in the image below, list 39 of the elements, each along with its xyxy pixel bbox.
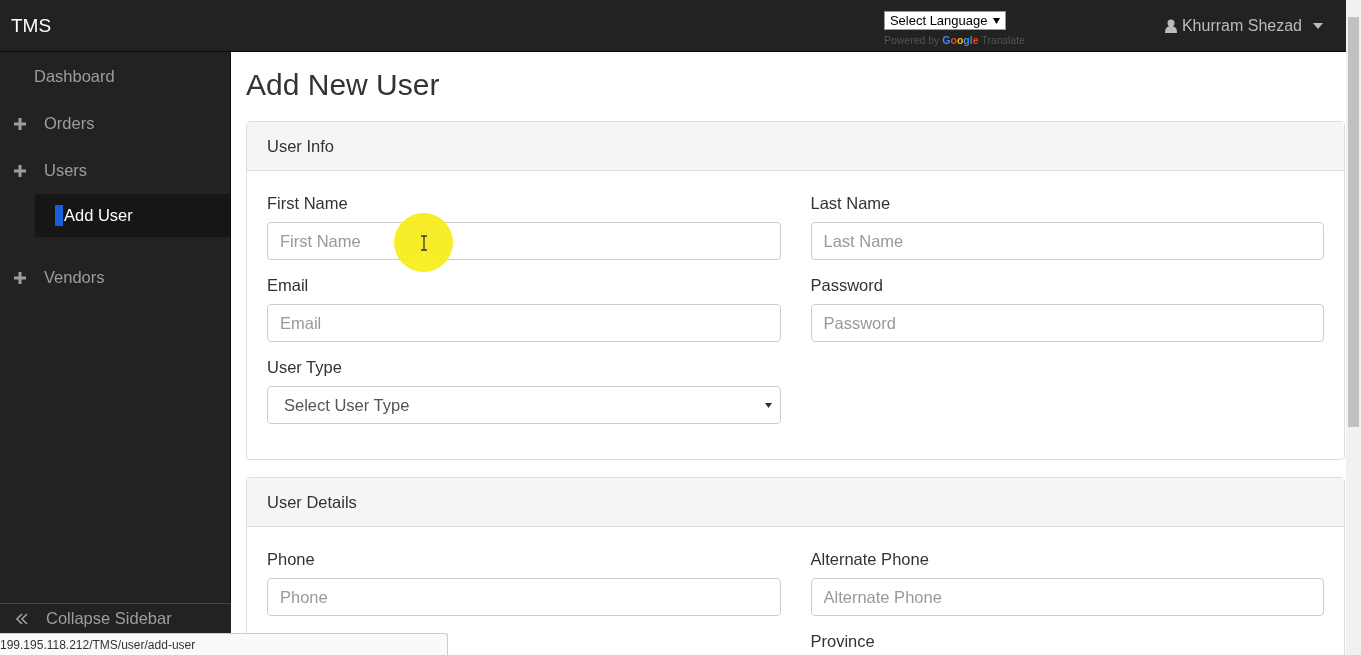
- status-bar: 199.195.118.212/TMS/user/add-user: [0, 633, 448, 655]
- field-label: Province: [810, 631, 876, 651]
- field-label: Password: [810, 275, 884, 295]
- brand-title[interactable]: TMS: [0, 14, 52, 37]
- input-field[interactable]: Email: [267, 304, 781, 342]
- input-field[interactable]: Phone: [267, 578, 781, 616]
- double-chevron-left-icon: [16, 612, 28, 625]
- input-field[interactable]: First Name: [267, 222, 781, 260]
- caret-icon: [1313, 22, 1323, 29]
- field-label: First Name: [267, 193, 349, 213]
- select-field[interactable]: Select User Type: [267, 386, 781, 424]
- sidebar-item[interactable]: Dashboard: [0, 53, 230, 100]
- panel-title: User Details: [267, 492, 357, 512]
- page-title: Add New User: [246, 67, 441, 103]
- caret-icon: [764, 402, 772, 408]
- user-menu[interactable]: Khurram Shezad: [1164, 16, 1323, 35]
- field-label: User Type: [267, 357, 343, 377]
- caret-icon: [993, 17, 1001, 24]
- sidebar-item[interactable]: Vendors: [0, 254, 230, 301]
- field-label: Phone: [267, 549, 316, 569]
- text-cursor-highlight: [55, 205, 63, 226]
- field-label: Email: [267, 275, 310, 295]
- plus-icon: [14, 271, 26, 284]
- user-icon: [1164, 18, 1177, 33]
- input-field[interactable]: Password: [810, 304, 1324, 342]
- input-field[interactable]: Last Name: [810, 222, 1324, 260]
- google-logo: Google: [942, 34, 979, 46]
- sidebar-subitem[interactable]: Add User: [35, 194, 230, 237]
- panel-title: User Info: [267, 136, 334, 156]
- plus-icon: [14, 117, 26, 130]
- sidebar-item[interactable]: Users: [0, 147, 230, 194]
- language-select[interactable]: Select Language: [883, 11, 1007, 30]
- input-field[interactable]: Alternate Phone: [810, 578, 1324, 616]
- plus-icon: [14, 164, 26, 177]
- sidebar-item[interactable]: Orders: [0, 100, 230, 147]
- field-label: Last Name: [810, 193, 892, 213]
- field-label: Alternate Phone: [810, 549, 930, 569]
- collapse-sidebar-button[interactable]: Collapse Sidebar: [0, 603, 231, 633]
- scrollbar[interactable]: [1346, 0, 1361, 655]
